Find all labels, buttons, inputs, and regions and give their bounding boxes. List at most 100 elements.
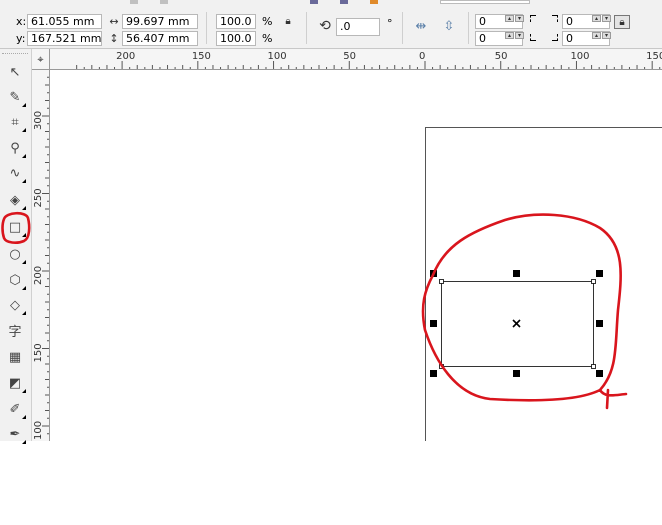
- flyout-arrow-icon: [22, 389, 26, 393]
- ruler-tick-label: 100: [570, 51, 589, 62]
- flyout-arrow-icon: [22, 311, 26, 315]
- selection-handle-bottom-left[interactable]: [430, 370, 437, 377]
- horizontal-ruler-ticks: 200 150 100 50 0 50 100 150: [76, 51, 662, 69]
- flyout-arrow-icon: [22, 179, 26, 183]
- interactive-tool-icon: ◩: [8, 375, 22, 391]
- lock-ratio-icon[interactable]: 🔒︎: [281, 15, 295, 28]
- spinner-down-icon[interactable]: ▾: [602, 15, 611, 22]
- flyout-arrow-icon: [22, 440, 26, 444]
- horizontal-ruler[interactable]: 200 150 100 50 0 50 100 150: [50, 49, 662, 70]
- ellipse-tool-button[interactable]: ○: [4, 243, 26, 265]
- pick-tool-icon: ↖: [9, 64, 21, 80]
- toolbox-grip[interactable]: [2, 53, 28, 57]
- polygon-tool-button[interactable]: ⬡: [4, 269, 26, 291]
- mirror-horizontal-icon[interactable]: ⇹: [412, 20, 430, 33]
- ruler-tick-label: 50: [343, 51, 356, 62]
- height-arrows-icon: ↕: [109, 32, 119, 45]
- y-position-field[interactable]: 167.521 mm: [27, 31, 102, 46]
- rectangle-tool-button[interactable]: □: [4, 216, 26, 238]
- spinner-up-icon[interactable]: ▴: [505, 15, 514, 22]
- selection-handle-top-right[interactable]: [596, 270, 603, 277]
- y-label: y:: [16, 32, 26, 45]
- toolbar-fragment: [340, 0, 348, 4]
- spinner-down-icon[interactable]: ▾: [515, 32, 524, 39]
- selection-handle-right[interactable]: [596, 320, 603, 327]
- percent-y-label: %: [262, 32, 273, 45]
- ruler-tick-label: 150: [33, 343, 44, 362]
- flyout-arrow-icon: [22, 206, 26, 210]
- ruler-tick-label: 100: [268, 51, 287, 62]
- selection-handle-bottom[interactable]: [513, 370, 520, 377]
- ruler-tick-label: 300: [33, 111, 44, 130]
- vertical-ruler-ticks: 300 250 200 150 100: [33, 76, 49, 440]
- basic-shapes-tool-button[interactable]: ◇: [4, 294, 26, 316]
- ruler-tick-label: 50: [495, 51, 508, 62]
- crop-tool-button[interactable]: ⌗: [4, 111, 26, 133]
- spinner-up-icon[interactable]: ▴: [592, 32, 601, 39]
- freehand-tool-button[interactable]: ∿: [4, 162, 26, 184]
- width-arrows-icon: ↔: [109, 15, 119, 28]
- ruler-tick-label: 100: [33, 421, 44, 440]
- flyout-arrow-icon: [22, 260, 26, 264]
- zoom-tool-icon: ⚲: [10, 140, 20, 156]
- eyedropper-tool-button[interactable]: ✐: [4, 398, 26, 420]
- toolbar-fragment: [130, 0, 138, 4]
- table-tool-button[interactable]: ▦: [4, 346, 26, 368]
- edit-corners-together-lock-icon[interactable]: 🔒︎: [614, 15, 630, 29]
- flyout-arrow-icon: [22, 103, 26, 107]
- drawing-canvas[interactable]: [51, 71, 662, 441]
- flyout-arrow-icon: [22, 286, 26, 290]
- toolbar-fragment: [310, 0, 318, 4]
- ruler-tick-label: 0: [419, 51, 425, 62]
- ruler-tick-label: 150: [646, 51, 662, 62]
- text-tool-icon: 字: [8, 324, 22, 340]
- rotate-icon: ⟲: [319, 18, 331, 34]
- scale-x-field[interactable]: 100.0: [216, 14, 256, 29]
- width-field[interactable]: 99.697 mm: [122, 14, 198, 29]
- selection-handle-bottom-right[interactable]: [596, 370, 603, 377]
- interactive-tool-button[interactable]: ◩: [4, 372, 26, 394]
- scale-y-field[interactable]: 100.0: [216, 31, 256, 46]
- percent-x-label: %: [262, 15, 273, 28]
- mirror-vertical-icon[interactable]: ⇳: [440, 20, 458, 33]
- corner-bottom-right-icon: [552, 34, 558, 41]
- separator: [306, 12, 307, 44]
- spinner-up-icon[interactable]: ▴: [592, 15, 601, 22]
- flyout-arrow-icon: [22, 128, 26, 132]
- selection-handle-top-left[interactable]: [430, 270, 437, 277]
- polygon-tool-icon: ⬡: [9, 272, 21, 288]
- rotation-angle-field[interactable]: .0: [336, 18, 380, 36]
- corner-top-left-icon: [530, 15, 536, 22]
- spinner-down-icon[interactable]: ▾: [602, 32, 611, 39]
- selection-handle-left[interactable]: [430, 320, 437, 327]
- toolbar-fragment: [440, 0, 530, 4]
- selection-handle-top[interactable]: [513, 270, 520, 277]
- separator: [206, 12, 207, 44]
- shape-tool-icon: ✎: [9, 89, 21, 105]
- spinner-down-icon[interactable]: ▾: [515, 15, 524, 22]
- x-position-field[interactable]: 61.055 mm: [27, 14, 102, 29]
- toolbar-fragment: [370, 0, 378, 4]
- ruler-origin-icon[interactable]: ⌖: [32, 49, 50, 70]
- rectangle-tool-icon: □: [8, 219, 22, 235]
- smart-fill-tool-button[interactable]: ◈: [4, 189, 26, 211]
- ruler-tick-label: 250: [33, 188, 44, 207]
- toolbox: ↖ ✎ ⌗ ⚲ ∿ ◈ □ ○ ⬡ ◇ 字 ▦ ◩ ✐ ✒: [0, 49, 32, 444]
- zoom-tool-button[interactable]: ⚲: [4, 137, 26, 159]
- flyout-arrow-icon: [22, 415, 26, 419]
- flyout-arrow-icon: [22, 154, 26, 158]
- ruler-tick-label: 200: [33, 266, 44, 285]
- flyout-arrow-icon: [22, 233, 26, 237]
- separator: [402, 12, 403, 44]
- height-field[interactable]: 56.407 mm: [122, 31, 198, 46]
- shape-tool-button[interactable]: ✎: [4, 86, 26, 108]
- separator: [468, 12, 469, 44]
- text-tool-button[interactable]: 字: [4, 319, 26, 341]
- property-bar: x: 61.055 mm y: 167.521 mm ↔ 99.697 mm ↕…: [0, 0, 662, 49]
- pick-tool-button[interactable]: ↖: [4, 61, 26, 83]
- degree-label: °: [387, 17, 393, 30]
- spinner-up-icon[interactable]: ▴: [505, 32, 514, 39]
- outline-pen-tool-button[interactable]: ✒: [4, 423, 26, 445]
- vertical-ruler[interactable]: 300 250 200 150 100: [32, 70, 50, 441]
- x-label: x:: [16, 15, 27, 28]
